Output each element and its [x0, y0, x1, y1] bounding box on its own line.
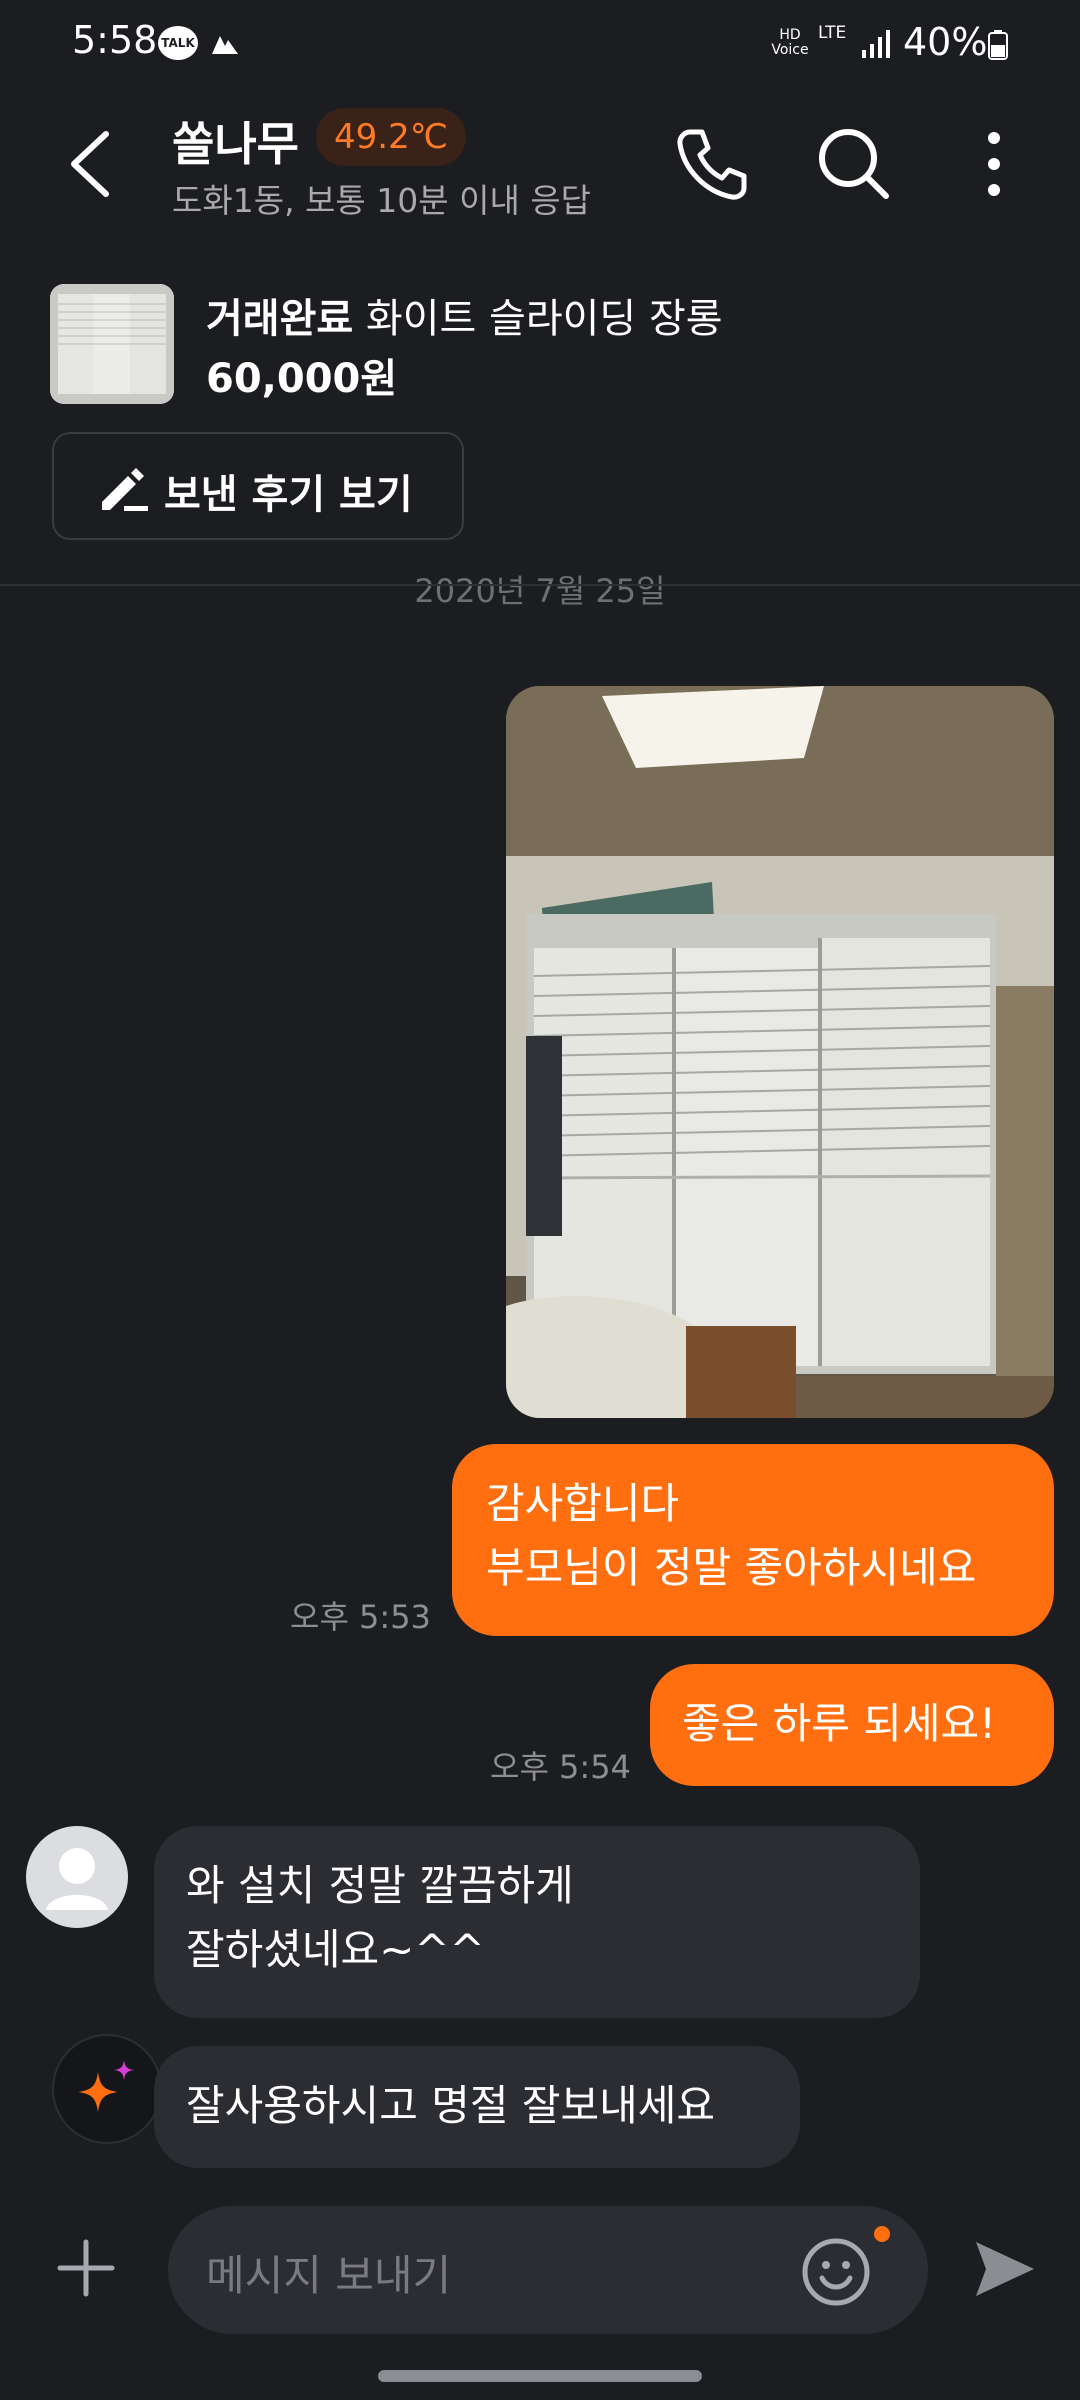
battery-percent: 40% — [903, 20, 988, 64]
partner-location-response: 도화1동, 보통 10분 이내 응답 — [172, 181, 592, 220]
lte-indicator: LTE — [818, 23, 847, 43]
sent-message-bubble[interactable]: 좋은 하루 되세요! — [650, 1664, 1054, 1786]
signal-icon — [862, 30, 890, 58]
status-time: 5:58 — [72, 18, 158, 62]
trade-status: 거래완료 — [206, 296, 354, 342]
pencil-icon — [102, 468, 148, 511]
kakaotalk-notification-icon: TALK — [158, 26, 198, 60]
default-profile-icon — [46, 1848, 108, 1910]
date-divider: 2020년 7월 25일 — [414, 572, 666, 610]
product-price: 60,000원 — [206, 356, 398, 402]
home-gesture-bar[interactable] — [378, 2370, 702, 2382]
message-line: 감사합니다 — [486, 1479, 680, 1528]
product-title-line[interactable]: 거래완료 화이트 슬라이딩 장롱 — [206, 286, 723, 344]
more-options-icon[interactable] — [954, 124, 1034, 204]
product-thumbnail[interactable] — [50, 284, 174, 404]
chat-partner-name: 쏠나무 — [172, 117, 299, 171]
message-timestamp: 오후 5:54 — [490, 1748, 631, 1786]
sparkle-icon[interactable] — [52, 2034, 162, 2144]
message-line: 부모님이 정말 좋아하시네요 — [486, 1543, 977, 1592]
manner-temperature-badge: 49.2℃ — [316, 108, 466, 166]
sent-image-message[interactable] — [506, 686, 1054, 1418]
header-divider — [0, 584, 1080, 586]
message-input-placeholder: 메시지 보내기 — [206, 2251, 452, 2300]
message-line: 잘하셨네요~^^ — [186, 1925, 485, 1974]
search-icon[interactable] — [814, 124, 894, 204]
message-line: 잘사용하시고 명절 잘보내세요 — [186, 2081, 716, 2130]
review-button-label: 보낸 후기 보기 — [164, 472, 413, 518]
emoji-icon[interactable] — [800, 2236, 872, 2308]
view-sent-review-button[interactable]: 보낸 후기 보기 — [52, 432, 464, 540]
hd-voice-indicator: HD Voice — [771, 27, 809, 58]
sent-message-bubble[interactable]: 감사합니다 부모님이 정말 좋아하시네요 — [452, 1444, 1054, 1636]
status-bar: 5:58 TALK HD Voice LTE 40% — [0, 0, 1080, 84]
product-name: 화이트 슬라이딩 장롱 — [365, 296, 723, 342]
received-message-bubble[interactable]: 잘사용하시고 명절 잘보내세요 — [154, 2046, 800, 2168]
send-icon[interactable] — [972, 2236, 1038, 2302]
message-input[interactable]: 메시지 보내기 — [168, 2206, 928, 2334]
received-message-bubble[interactable]: 와 설치 정말 깔끔하게 잘하셨네요~^^ — [154, 1826, 920, 2018]
plus-icon[interactable] — [54, 2236, 118, 2300]
app-notification-icon — [212, 36, 238, 54]
partner-avatar[interactable] — [26, 1826, 128, 1928]
phone-icon[interactable] — [672, 124, 752, 204]
battery-icon — [988, 30, 1008, 60]
new-indicator-dot — [874, 2226, 890, 2242]
message-timestamp: 오후 5:53 — [290, 1598, 431, 1636]
message-line: 와 설치 정말 깔끔하게 — [186, 1861, 574, 1910]
back-icon[interactable] — [64, 124, 124, 204]
message-line: 좋은 하루 되세요! — [682, 1699, 997, 1748]
